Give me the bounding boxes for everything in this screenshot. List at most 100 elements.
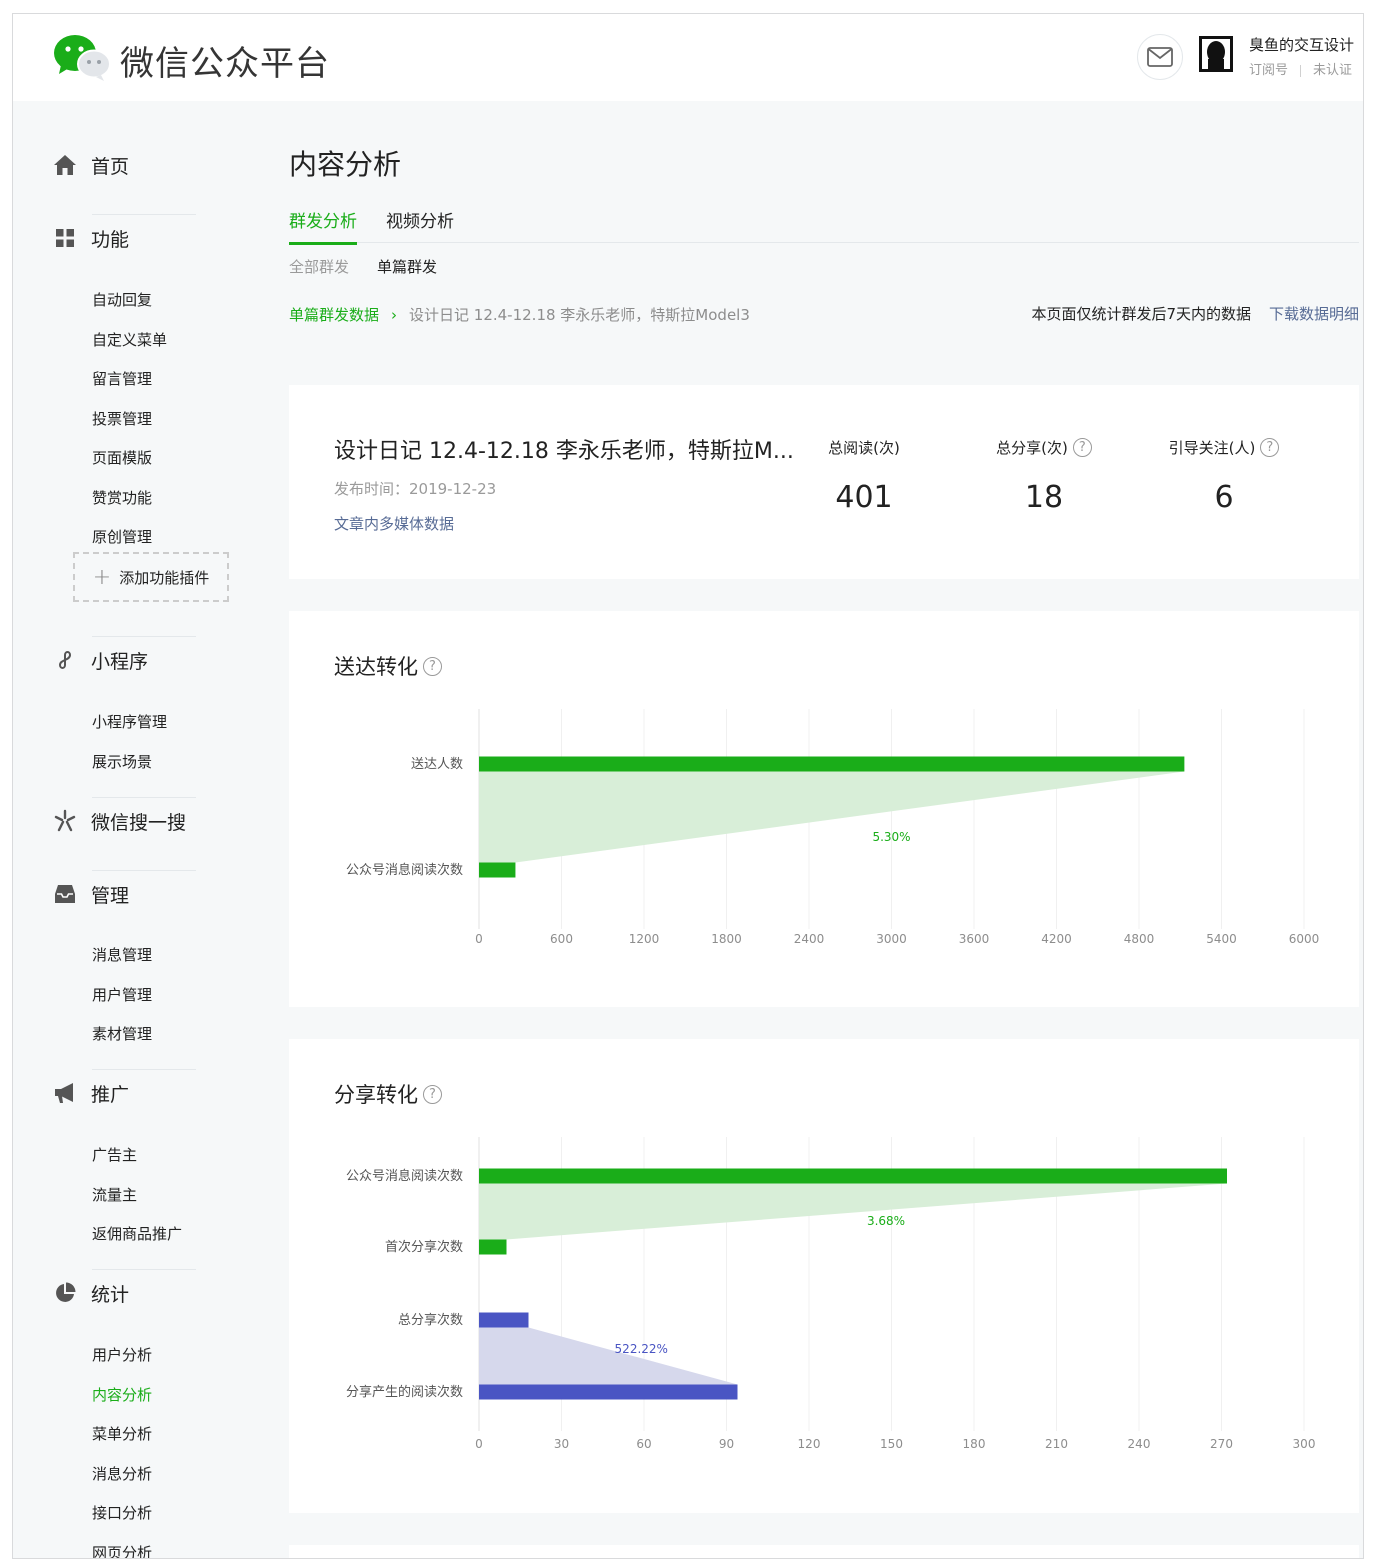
app-window: 微信公众平台 臭鱼的交互设计 订阅号 未认证 首页 功能 自动回复 自定义菜单 留… [12, 13, 1364, 1559]
sidebar-section-label: 小程序 [91, 650, 149, 673]
sidebar-item-original[interactable]: 原创管理 [92, 526, 152, 547]
x-tick-label: 1800 [711, 932, 742, 946]
add-plugin-button[interactable]: + 添加功能插件 [73, 552, 229, 602]
sidebar-section-features[interactable]: 功能 [53, 223, 129, 253]
bar [479, 1312, 529, 1328]
top-header: 微信公众平台 臭鱼的交互设计 订阅号 未认证 [13, 14, 1363, 101]
x-tick-label: 0 [475, 932, 483, 946]
x-tick-label: 210 [1045, 1437, 1068, 1451]
breadcrumb-link[interactable]: 单篇群发数据 [289, 306, 379, 324]
account-meta: 订阅号 未认证 [1249, 59, 1352, 78]
tab-video[interactable]: 视频分析 [386, 207, 454, 242]
meta-divider [1300, 64, 1302, 77]
stat-label-text: 总分享(次) [996, 439, 1068, 457]
divider [92, 1269, 196, 1270]
sidebar-item-home[interactable]: 首页 [53, 150, 129, 180]
download-link[interactable]: 下载数据明细 [1269, 305, 1359, 323]
divider [92, 797, 196, 798]
sidebar-item-miniprogram-manage[interactable]: 小程序管理 [92, 711, 167, 732]
account-name[interactable]: 臭鱼的交互设计 [1249, 34, 1354, 55]
sidebar-item-publisher[interactable]: 流量主 [92, 1184, 137, 1205]
x-tick-label: 120 [798, 1437, 821, 1451]
account-status: 未认证 [1313, 63, 1353, 78]
category-label: 首次分享次数 [385, 1239, 463, 1255]
megaphone-icon [53, 1081, 77, 1105]
sidebar-item-web-analysis[interactable]: 网页分析 [92, 1542, 152, 1558]
sidebar-section-stats[interactable]: 统计 [53, 1278, 129, 1308]
article-title: 设计日记 12.4-12.18 李永乐老师，特斯拉M... [334, 439, 794, 464]
account-type: 订阅号 [1249, 63, 1289, 78]
sidebar-item-scenes[interactable]: 展示场景 [92, 751, 152, 772]
bar [479, 1239, 507, 1255]
tab-bar: 群发分析 视频分析 [289, 207, 1359, 245]
next-card [289, 1545, 1359, 1558]
x-tick-label: 4200 [1041, 932, 1072, 946]
x-tick-label: 5400 [1206, 932, 1237, 946]
sidebar-item-rewards[interactable]: 赞赏功能 [92, 487, 152, 508]
sidebar-item-messages[interactable]: 消息管理 [92, 944, 152, 965]
sidebar-item-custom-menu[interactable]: 自定义菜单 [92, 329, 167, 350]
sidebar-section-label: 微信搜一搜 [91, 811, 187, 834]
divider [92, 214, 196, 215]
inbox-icon [53, 882, 77, 906]
breadcrumb: 单篇群发数据 › 设计日记 12.4-12.18 李永乐老师，特斯拉Model3 [289, 304, 750, 325]
sidebar-section-miniprogram[interactable]: 小程序 [53, 645, 148, 675]
sidebar-item-materials[interactable]: 素材管理 [92, 1023, 152, 1044]
sidebar-section-manage[interactable]: 管理 [53, 879, 129, 909]
bar [479, 1168, 1227, 1184]
stat-label: 总分享(次)? [959, 437, 1129, 458]
sidebar-section-search[interactable]: 微信搜一搜 [53, 806, 186, 836]
bar [479, 862, 516, 878]
stat-follows: 引导关注(人)? 6 [1139, 437, 1309, 515]
sidebar-item-api-analysis[interactable]: 接口分析 [92, 1502, 152, 1523]
notice-bar: 本页面仅统计群发后7天内的数据 下载数据明细 [1031, 303, 1359, 324]
sidebar-item-comments[interactable]: 留言管理 [92, 368, 152, 389]
stat-label-text: 引导关注(人) [1168, 439, 1256, 457]
mail-icon[interactable] [1137, 34, 1183, 80]
article-date: 发布时间：2019-12-23 [334, 480, 497, 498]
x-tick-label: 300 [1293, 1437, 1316, 1451]
sidebar-item-page-templates[interactable]: 页面模版 [92, 447, 152, 468]
sidebar-item-message-analysis[interactable]: 消息分析 [92, 1463, 152, 1484]
article-summary-card: 设计日记 12.4-12.18 李永乐老师，特斯拉M... 发布时间：2019-… [289, 385, 1359, 579]
x-tick-label: 0 [475, 1437, 483, 1451]
stat-label: 引导关注(人)? [1139, 437, 1309, 458]
subtab-single[interactable]: 单篇群发 [377, 256, 437, 277]
x-tick-label: 1200 [629, 932, 660, 946]
bar [479, 1384, 738, 1400]
stat-value: 401 [835, 480, 893, 515]
sidebar-item-user-analysis[interactable]: 用户分析 [92, 1344, 152, 1365]
search-sparkle-icon [53, 809, 77, 833]
help-icon[interactable]: ? [1072, 438, 1092, 457]
help-icon[interactable]: ? [1260, 438, 1280, 457]
sidebar-item-votes[interactable]: 投票管理 [92, 408, 152, 429]
sidebar-item-rebate[interactable]: 返佣商品推广 [92, 1223, 182, 1244]
tab-mass-send[interactable]: 群发分析 [289, 207, 357, 245]
category-label: 送达人数 [411, 757, 463, 772]
x-tick-label: 4800 [1124, 932, 1155, 946]
sidebar-item-auto-reply[interactable]: 自动回复 [92, 289, 152, 310]
avatar[interactable] [1199, 36, 1233, 72]
sidebar-section-promote[interactable]: 推广 [53, 1078, 129, 1108]
divider [92, 1069, 196, 1070]
divider [92, 870, 196, 871]
media-data-link[interactable]: 文章内多媒体数据 [334, 513, 454, 534]
stat-total-shares: 总分享(次)? 18 [959, 437, 1129, 515]
wechat-logo-icon[interactable] [53, 32, 111, 82]
x-tick-label: 240 [1128, 1437, 1151, 1451]
category-label: 分享产生的阅读次数 [346, 1384, 463, 1400]
sidebar-item-advertiser[interactable]: 广告主 [92, 1144, 137, 1165]
breadcrumb-current: 设计日记 12.4-12.18 李永乐老师，特斯拉Model3 [409, 306, 750, 324]
sidebar-item-menu-analysis[interactable]: 菜单分析 [92, 1423, 152, 1444]
conversion-label: 522.22% [615, 1342, 668, 1356]
x-tick-label: 150 [880, 1437, 903, 1451]
subtab-all[interactable]: 全部群发 [289, 256, 349, 277]
sidebar-item-users[interactable]: 用户管理 [92, 984, 152, 1005]
sidebar-item-content-analysis[interactable]: 内容分析 [92, 1384, 152, 1405]
share-chart: 0 30 60 90 120 150 180 210 240 270 300 3.68% 522.22%… [346, 1137, 1316, 1451]
stat-value: 18 [1024, 480, 1064, 515]
x-tick-label: 180 [963, 1437, 986, 1451]
stat-label: 总阅读(次) [779, 437, 949, 458]
x-tick-label: 90 [719, 1437, 734, 1451]
x-tick-label: 60 [636, 1437, 651, 1451]
